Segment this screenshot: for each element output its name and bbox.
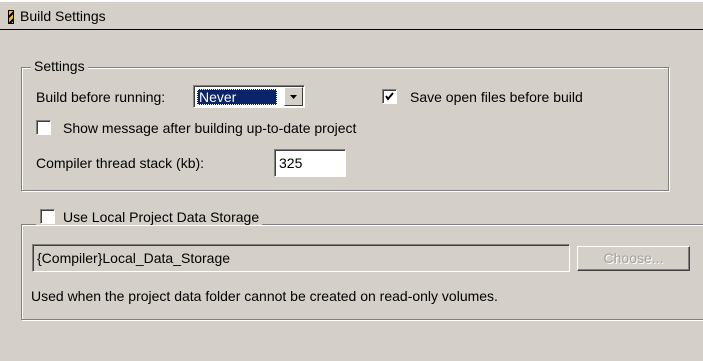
- local-storage-description: Used when the project data folder cannot…: [31, 288, 498, 304]
- save-open-files-checkbox[interactable]: [382, 89, 397, 104]
- local-storage-group: [21, 224, 703, 320]
- build-before-running-value: Never: [197, 89, 277, 105]
- build-before-running-label: Build before running:: [36, 89, 166, 105]
- compiler-stack-input[interactable]: 325: [274, 149, 346, 177]
- build-hatch-icon: [8, 10, 14, 24]
- titlebar-bottom-edge: [0, 29, 703, 30]
- titlebar-top-edge: [0, 0, 703, 2]
- show-message-label: Show message after building up-to-date p…: [63, 120, 357, 136]
- save-open-files-label: Save open files before build: [410, 89, 583, 105]
- build-before-running-select[interactable]: Never: [193, 85, 305, 108]
- local-storage-path-field[interactable]: {Compiler}Local_Data_Storage: [32, 244, 570, 272]
- use-local-storage-checkbox[interactable]: [40, 209, 55, 224]
- dropdown-button[interactable]: [284, 87, 303, 106]
- window-title: Build Settings: [20, 8, 106, 24]
- show-message-checkbox[interactable]: [36, 120, 51, 135]
- local-storage-group-legend: Use Local Project Data Storage: [36, 207, 263, 225]
- compiler-stack-label: Compiler thread stack (kb):: [36, 155, 205, 171]
- use-local-storage-label: Use Local Project Data Storage: [63, 209, 260, 225]
- chevron-down-icon: [290, 95, 297, 99]
- settings-group-legend: Settings: [31, 58, 88, 74]
- checkmark-icon: [385, 92, 394, 101]
- choose-button[interactable]: Choose...: [577, 246, 690, 271]
- window-titlebar: Build Settings: [0, 0, 703, 30]
